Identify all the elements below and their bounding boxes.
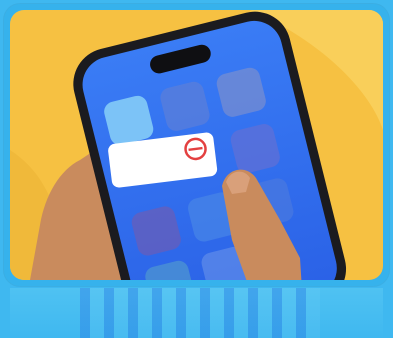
illustration-stage — [0, 0, 393, 338]
card-reflection — [10, 288, 383, 338]
